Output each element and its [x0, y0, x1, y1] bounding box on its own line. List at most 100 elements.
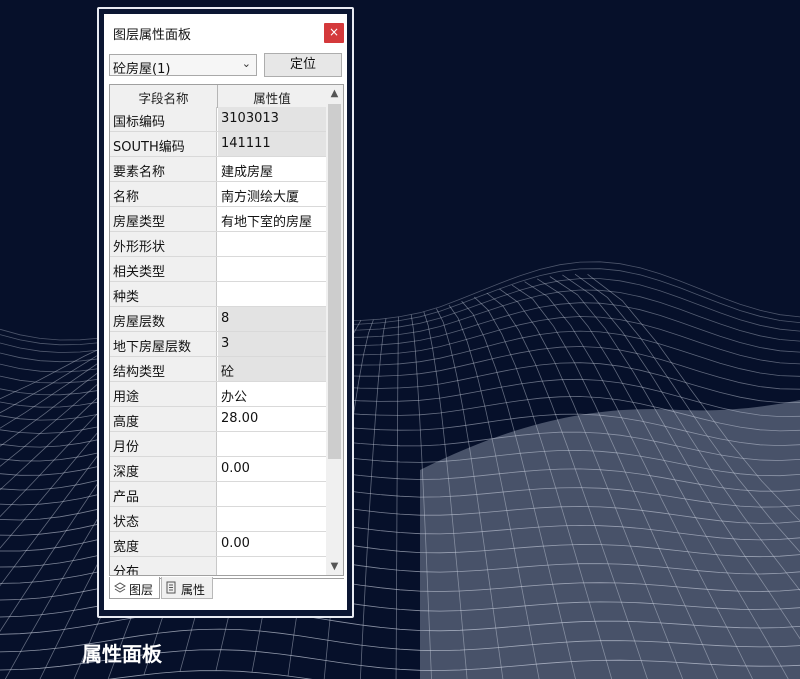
table-row[interactable]: 深度 0.00 — [110, 457, 326, 482]
table-row[interactable]: 高度 28.00 — [110, 407, 326, 432]
field-name: 相关类型 — [113, 265, 166, 280]
attribute-value: 141111 — [221, 136, 271, 151]
panel-toolbar: 砼房屋(1) ⌄ 定位 — [104, 52, 347, 80]
field-name-cell: 宽度 — [110, 532, 217, 556]
table-row[interactable]: 地下房屋层数 3 — [110, 332, 326, 357]
attribute-panel: 图层属性面板 × 砼房屋(1) ⌄ 定位 字段名称 属性值 国标编码 310301… — [104, 14, 347, 610]
tab-attributes[interactable]: 属性 — [161, 577, 213, 599]
field-name-cell: 外形形状 — [110, 232, 217, 256]
attribute-value: 0.00 — [221, 536, 250, 551]
table-row[interactable]: 宽度 0.00 — [110, 532, 326, 557]
tab-attributes-label: 属性 — [181, 583, 206, 597]
field-name: 种类 — [113, 290, 140, 305]
table-row[interactable]: 要素名称 建成房屋 — [110, 157, 326, 182]
field-name-cell: 地下房屋层数 — [110, 332, 217, 356]
layer-select[interactable]: 砼房屋(1) ⌄ — [109, 54, 257, 77]
attribute-value-cell[interactable]: 建成房屋 — [218, 157, 326, 181]
table-row[interactable]: 结构类型 砼 — [110, 357, 326, 382]
field-name: 国标编码 — [113, 115, 166, 130]
field-name: 要素名称 — [113, 165, 166, 180]
attribute-value-cell[interactable]: 28.00 — [218, 407, 326, 431]
field-name: 名称 — [113, 190, 140, 205]
field-name: 地下房屋层数 — [113, 340, 192, 355]
close-icon: × — [328, 25, 340, 39]
attribute-value: 3103013 — [221, 111, 279, 126]
scroll-down-icon[interactable]: ▼ — [326, 558, 343, 575]
attribute-value: 有地下室的房屋 — [221, 215, 313, 230]
attribute-value-cell[interactable] — [218, 257, 326, 281]
field-name-cell: 要素名称 — [110, 157, 217, 181]
grid-header: 字段名称 属性值 — [110, 85, 326, 108]
scroll-up-icon[interactable]: ▲ — [326, 85, 343, 102]
field-name-cell: 房屋类型 — [110, 207, 217, 231]
tab-layers-label: 图层 — [129, 583, 154, 597]
table-row[interactable]: 状态 — [110, 507, 326, 532]
attribute-value-cell[interactable]: 有地下室的房屋 — [218, 207, 326, 231]
layer-select-value: 砼房屋(1) — [113, 62, 171, 77]
field-name: 结构类型 — [113, 365, 166, 380]
attribute-value-cell[interactable]: 0.00 — [218, 532, 326, 556]
vertical-scrollbar[interactable]: ▲ ▼ — [326, 85, 343, 575]
table-row[interactable]: 国标编码 3103013 — [110, 107, 326, 132]
table-row[interactable]: SOUTH编码 141111 — [110, 132, 326, 157]
panel-titlebar[interactable]: 图层属性面板 × — [104, 14, 347, 50]
caption: 属性面板 — [82, 642, 162, 666]
table-row[interactable]: 用途 办公 — [110, 382, 326, 407]
field-name-cell: 房屋层数 — [110, 307, 217, 331]
attribute-value: 办公 — [221, 390, 248, 405]
field-name-cell: 月份 — [110, 432, 217, 456]
field-name-cell: 种类 — [110, 282, 217, 306]
column-header-field-name[interactable]: 字段名称 — [110, 88, 217, 107]
attribute-value: 南方测绘大厦 — [221, 190, 300, 205]
attribute-value-cell[interactable]: 8 — [218, 307, 326, 331]
table-row[interactable]: 月份 — [110, 432, 326, 457]
table-row[interactable]: 种类 — [110, 282, 326, 307]
table-row[interactable]: 分布 — [110, 557, 326, 575]
attribute-value: 3 — [221, 336, 230, 351]
attribute-value-cell[interactable]: 141111 — [218, 132, 326, 156]
attribute-value-cell[interactable] — [218, 507, 326, 531]
panel-title: 图层属性面板 — [113, 28, 192, 43]
field-name-cell: 结构类型 — [110, 357, 217, 381]
table-row[interactable]: 产品 — [110, 482, 326, 507]
attribute-value-cell[interactable]: 办公 — [218, 382, 326, 406]
scrollbar-thumb[interactable] — [328, 104, 341, 459]
field-name-cell: 国标编码 — [110, 107, 217, 131]
attribute-value-cell[interactable]: 3103013 — [218, 107, 326, 131]
attribute-value-cell[interactable] — [218, 282, 326, 306]
attribute-value: 砼 — [221, 365, 235, 380]
attribute-value-cell[interactable]: 砼 — [218, 357, 326, 381]
field-name: 外形形状 — [113, 240, 166, 255]
panel-tabs: 图层 属性 — [104, 577, 347, 610]
table-row[interactable]: 名称 南方测绘大厦 — [110, 182, 326, 207]
field-name-cell: 用途 — [110, 382, 217, 406]
field-name: 房屋类型 — [113, 215, 166, 230]
table-row[interactable]: 房屋类型 有地下室的房屋 — [110, 207, 326, 232]
field-name-cell: 高度 — [110, 407, 217, 431]
attribute-value-cell[interactable] — [218, 232, 326, 256]
table-row[interactable]: 房屋层数 8 — [110, 307, 326, 332]
attribute-value-cell[interactable]: 3 — [218, 332, 326, 356]
field-name-cell: 分布 — [110, 557, 217, 575]
field-name: 状态 — [113, 515, 140, 530]
attribute-value-cell[interactable]: 0.00 — [218, 457, 326, 481]
chevron-down-icon: ⌄ — [241, 57, 251, 70]
column-header-attribute-value[interactable]: 属性值 — [218, 88, 326, 107]
table-row[interactable]: 相关类型 — [110, 257, 326, 282]
field-name: 高度 — [113, 415, 140, 430]
field-name-cell: 相关类型 — [110, 257, 217, 281]
attribute-value-cell[interactable] — [218, 482, 326, 506]
locate-button[interactable]: 定位 — [264, 53, 342, 77]
field-name-cell: SOUTH编码 — [110, 132, 217, 156]
attribute-value-cell[interactable]: 南方测绘大厦 — [218, 182, 326, 206]
attribute-value: 建成房屋 — [221, 165, 274, 180]
field-name: 房屋层数 — [113, 315, 166, 330]
table-row[interactable]: 外形形状 — [110, 232, 326, 257]
tab-layers[interactable]: 图层 — [109, 577, 160, 599]
attribute-value-cell[interactable] — [218, 557, 326, 575]
field-name-cell: 状态 — [110, 507, 217, 531]
field-name: 月份 — [113, 440, 140, 455]
attribute-value-cell[interactable] — [218, 432, 326, 456]
field-name: 宽度 — [113, 540, 140, 555]
close-button[interactable]: × — [324, 23, 344, 43]
